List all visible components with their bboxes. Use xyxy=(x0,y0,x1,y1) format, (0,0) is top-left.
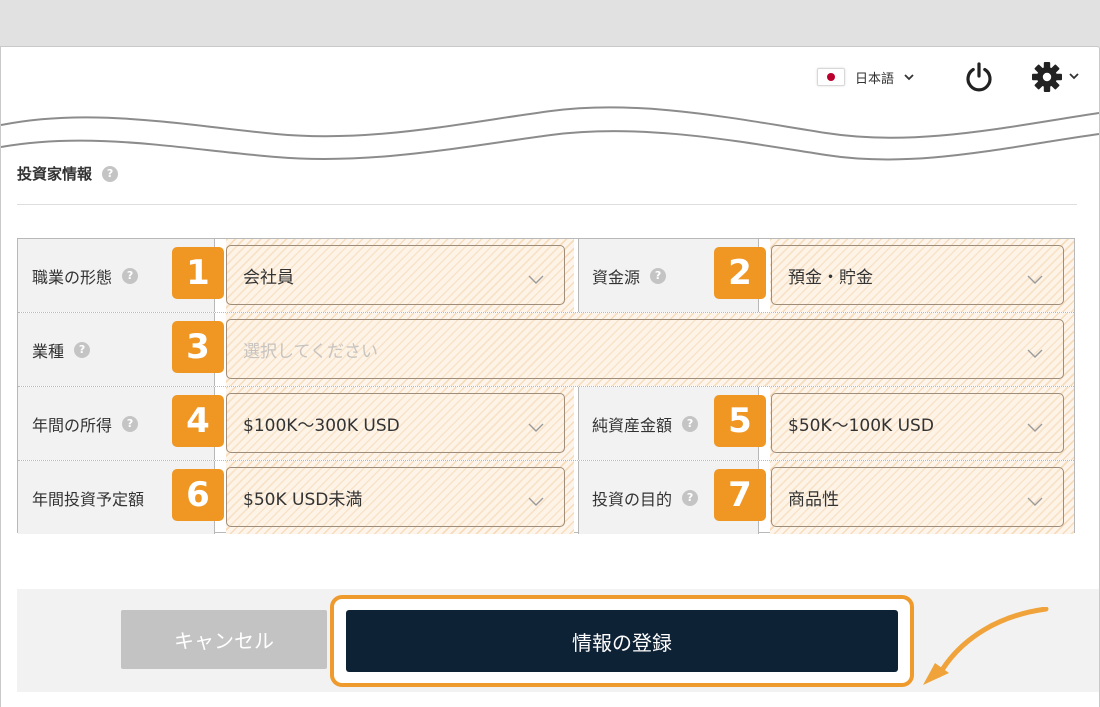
chevron-down-icon xyxy=(904,73,914,81)
investor-info-form: 職業の形態 ? 会社員 1 資金源 ? 預金・貯金 2 業種 ? 選択してくださ… xyxy=(17,238,1075,535)
help-icon[interactable]: ? xyxy=(682,415,699,432)
cancel-button[interactable]: キャンセル xyxy=(121,610,327,669)
chevron-down-icon xyxy=(528,492,544,512)
step-badge-6: 6 xyxy=(172,469,224,521)
help-icon[interactable]: ? xyxy=(682,489,699,506)
language-label: 日本語 xyxy=(855,71,895,87)
fund-source-select[interactable]: 預金・貯金 xyxy=(771,245,1064,305)
occupation-select[interactable]: 会社員 xyxy=(226,245,565,305)
step-badge-7: 7 xyxy=(714,469,766,521)
occupation-value: 会社員 xyxy=(243,267,294,288)
cut-wave-divider xyxy=(1,106,1099,161)
power-icon[interactable] xyxy=(963,61,995,93)
chevron-down-icon xyxy=(1027,418,1043,438)
form-row: 職業の形態 ? 会社員 1 資金源 ? 預金・貯金 2 xyxy=(18,239,1074,313)
help-icon[interactable]: ? xyxy=(650,267,667,284)
annual-investment-select[interactable]: $50K USD未満 xyxy=(226,467,565,527)
column-divider xyxy=(578,461,579,534)
form-row: 年間投資予定額 $50K USD未満 6 投資の目的 ? 商品性 7 xyxy=(18,461,1074,535)
settings-chevron-icon[interactable] xyxy=(1069,73,1079,80)
step-badge-5: 5 xyxy=(714,395,766,447)
help-icon[interactable]: ? xyxy=(122,415,139,432)
chevron-down-icon xyxy=(1027,270,1043,290)
column-divider xyxy=(578,239,579,312)
column-divider xyxy=(578,387,579,460)
chevron-down-icon xyxy=(528,418,544,438)
net-assets-value: $50K～100K USD xyxy=(788,415,934,436)
app-window: 日本語 投資家情報 ? 職業の形態 ? 会社員 1 資金源 ? 預金・貯金 2 … xyxy=(0,46,1100,707)
gear-icon[interactable] xyxy=(1031,61,1063,93)
chevron-down-icon xyxy=(1027,492,1043,512)
step-badge-3: 3 xyxy=(172,321,224,373)
industry-select[interactable]: 選択してください xyxy=(226,319,1064,379)
investment-purpose-select[interactable]: 商品性 xyxy=(771,467,1064,527)
help-icon[interactable]: ? xyxy=(74,341,91,358)
help-icon[interactable]: ? xyxy=(122,267,139,284)
language-selector[interactable]: 日本語 xyxy=(817,65,914,89)
section-divider xyxy=(17,204,1077,205)
form-row: 業種 ? 選択してください 3 xyxy=(18,313,1074,387)
chevron-down-icon xyxy=(1027,344,1043,364)
submit-highlight-frame: 情報の登録 xyxy=(330,595,914,687)
register-info-button[interactable]: 情報の登録 xyxy=(346,610,898,672)
form-row: 年間の所得 ? $100K～300K USD 4 純資産金額 ? $50K～10… xyxy=(18,387,1074,461)
annual-income-value: $100K～300K USD xyxy=(243,415,400,436)
step-badge-2: 2 xyxy=(714,247,766,299)
chevron-down-icon xyxy=(528,270,544,290)
annual-income-select[interactable]: $100K～300K USD xyxy=(226,393,565,453)
pointer-arrow-icon xyxy=(923,607,1049,685)
step-badge-1: 1 xyxy=(172,247,224,299)
net-assets-select[interactable]: $50K～100K USD xyxy=(771,393,1064,453)
annual-investment-value: $50K USD未満 xyxy=(243,489,363,510)
step-badge-4: 4 xyxy=(172,395,224,447)
industry-placeholder: 選択してください xyxy=(243,341,378,362)
investment-purpose-value: 商品性 xyxy=(788,489,839,510)
japan-flag-icon xyxy=(817,68,845,86)
fund-source-value: 預金・貯金 xyxy=(788,267,873,288)
